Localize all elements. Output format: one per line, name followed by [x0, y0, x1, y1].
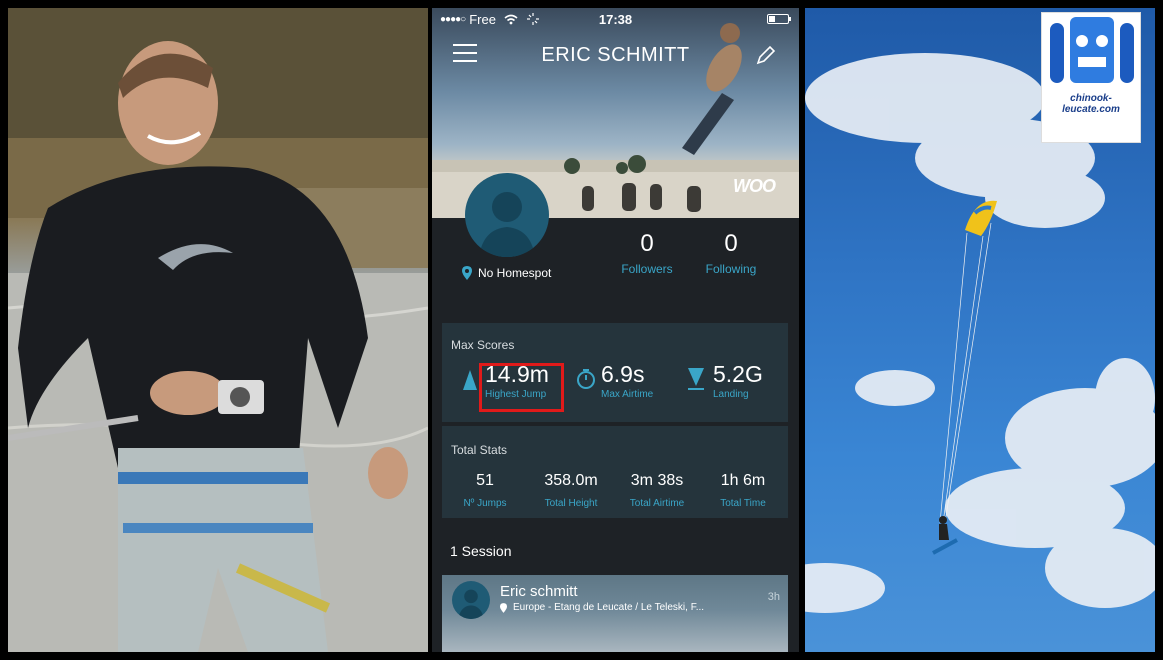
stat-total-airtime: 3m 38s Total Airtime [614, 472, 700, 509]
max-score-landing: 5.2G Landing [713, 361, 763, 400]
battery-icon [767, 14, 791, 24]
max-airtime-value: 6.9s [601, 361, 645, 387]
photo-kite-in-sky: chinook-leucate.com [805, 8, 1155, 652]
person-silhouette-icon [479, 192, 535, 257]
max-airtime-label: Max Airtime [601, 389, 654, 400]
triangle-up-icon [463, 370, 477, 390]
triangle-down-icon [688, 368, 704, 390]
total-time-label: Total Time [720, 498, 766, 509]
followers-label: Followers [621, 262, 673, 276]
location-pin-icon [462, 266, 472, 280]
total-height-label: Total Height [544, 498, 598, 509]
max-score-max-airtime: 6.9s Max Airtime [601, 361, 653, 400]
session-rider-name: Eric schmitt [500, 583, 578, 600]
following-label: Following [705, 262, 757, 276]
jumps-label: Nº Jumps [463, 498, 507, 509]
app-screenshot: ●●●●○ Free 17:38 ERIC SCHMITT WOO No Hom… [432, 8, 799, 652]
session-list-item[interactable]: Eric schmitt Europe - Etang de Leucate /… [442, 575, 788, 652]
edit-pencil-icon[interactable] [753, 44, 777, 68]
stat-total-time: 1h 6m Total Time [700, 472, 786, 509]
landing-label: Landing [713, 389, 749, 400]
photo-kitesurfer-portrait [8, 8, 428, 652]
followers-stat[interactable]: 0 Followers [607, 230, 687, 276]
highlight-box [479, 363, 564, 412]
sessions-heading: 1 Session [450, 543, 512, 559]
following-count: 0 [724, 230, 738, 257]
session-location: Europe - Etang de Leucate / Le Teleski, … [500, 602, 704, 613]
following-stat[interactable]: 0 Following [691, 230, 771, 276]
session-avatar [452, 581, 490, 619]
chinook-leucate-logo: chinook-leucate.com [1041, 12, 1141, 143]
tiki-surfboards-emblem [1050, 17, 1134, 83]
homespot-label: No Homespot [478, 266, 552, 280]
total-height-value: 358.0m [544, 472, 598, 489]
total-time-value: 1h 6m [720, 472, 766, 489]
session-location-text: Europe - Etang de Leucate / Le Teleski, … [513, 602, 705, 613]
max-scores-card: Max Scores 14.9m Highest Jump 6.9s Max A… [442, 323, 788, 422]
woo-logo: WOO [733, 176, 776, 196]
total-airtime-label: Total Airtime [629, 498, 685, 509]
jumps-value: 51 [476, 472, 494, 489]
homespot-info[interactable]: No Homespot [462, 266, 551, 280]
status-time: 17:38 [598, 11, 633, 27]
max-scores-title: Max Scores [451, 338, 515, 352]
total-stats-card: Total Stats 51 Nº Jumps 358.0m Total Hei… [442, 426, 788, 518]
session-age: 3h [767, 591, 780, 603]
status-bar: ●●●●○ Free 17:38 [432, 8, 799, 30]
profile-name: ERIC SCHMITT [541, 44, 690, 66]
kitesurfer-portrait-illustration [8, 8, 428, 652]
profile-avatar[interactable] [465, 173, 549, 257]
followers-count: 0 [640, 230, 654, 257]
stat-total-height: 358.0m Total Height [528, 472, 614, 509]
landing-value: 5.2G [713, 361, 763, 387]
total-stats-title: Total Stats [451, 443, 508, 457]
total-airtime-value: 3m 38s [630, 472, 684, 489]
person-silhouette-icon [458, 589, 484, 619]
stat-jumps: 51 Nº Jumps [442, 472, 528, 509]
watermark-text: chinook-leucate.com [1062, 93, 1120, 115]
stopwatch-icon [577, 369, 595, 389]
location-pin-icon [500, 602, 507, 613]
